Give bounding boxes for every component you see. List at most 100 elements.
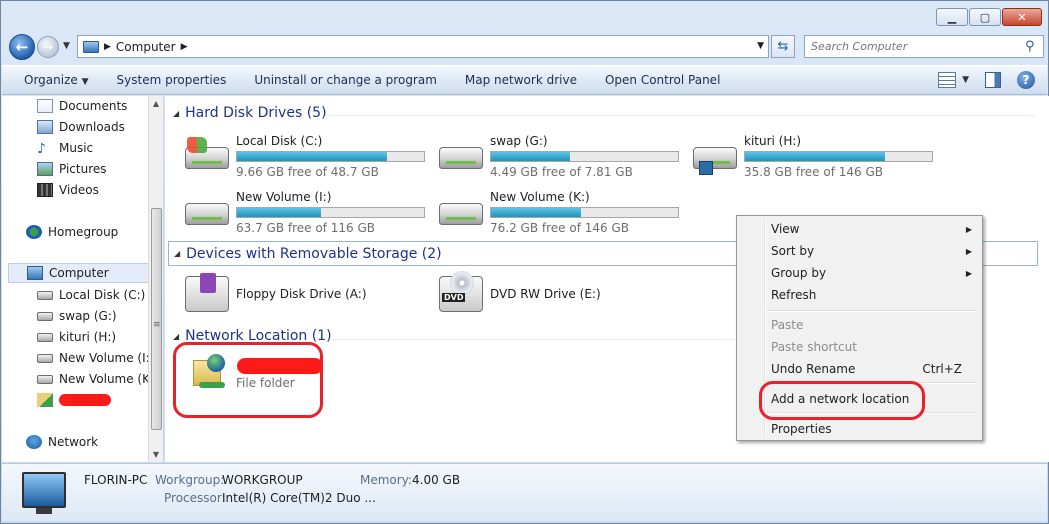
navigation-pane: Documents Downloads ♪ Music Pictures Vide… [2, 96, 164, 462]
search-input[interactable] [805, 36, 1025, 57]
music-icon: ♪ [37, 141, 46, 157]
dvd-badge: DVD [442, 293, 466, 302]
hard-drive-icon [439, 147, 483, 169]
nav-item-drive-c[interactable]: Local Disk (C:) [37, 285, 145, 305]
drive-tile-h[interactable]: kituri (H:) 35.8 GB free of 146 GB [693, 131, 943, 179]
nav-item-drive-h[interactable]: kituri (H:) [37, 327, 116, 347]
drive-usage-fill [237, 208, 322, 217]
submenu-arrow-icon: ▶ [965, 246, 972, 256]
menu-label: Group by [771, 266, 827, 280]
nav-item-drive-i[interactable]: New Volume (I:) [37, 348, 154, 368]
change-view-button[interactable]: ▼ [938, 72, 969, 88]
navigation-bar: ← → ▼ ▶ Computer ▶ ▼ ⇆ ⚲ [7, 34, 1044, 60]
homegroup-icon [26, 225, 42, 239]
drive-usage-fill [491, 208, 581, 217]
menu-item-paste: Paste [739, 314, 980, 336]
nav-label: swap (G:) [59, 309, 117, 323]
computer-monitor-icon [22, 472, 66, 508]
nav-item-network[interactable]: Network [26, 432, 98, 452]
menu-item-refresh[interactable]: Refresh [739, 284, 980, 306]
scroll-down-icon[interactable]: ▼ [149, 447, 163, 462]
highlight-circle [759, 381, 925, 420]
forward-button[interactable]: → [37, 36, 59, 58]
forward-arrow-icon: → [42, 40, 54, 54]
system-properties-button[interactable]: System properties [103, 73, 241, 87]
menu-item-sort-by[interactable]: Sort by ▶ [739, 240, 980, 262]
refresh-icon: ⇆ [777, 39, 789, 54]
nav-item-network-location[interactable] [37, 390, 111, 410]
menu-item-properties[interactable]: Properties [739, 418, 980, 440]
recent-pages-dropdown[interactable]: ▼ [63, 41, 70, 51]
group-divider [331, 339, 735, 340]
help-icon[interactable]: ? [1017, 71, 1035, 89]
breadcrumb-separator-icon[interactable]: ▶ [181, 42, 188, 52]
address-dropdown-icon[interactable]: ▼ [757, 41, 764, 51]
documents-icon [37, 99, 53, 113]
address-bar[interactable]: ▶ Computer ▶ ▼ [77, 35, 769, 58]
menu-item-group-by[interactable]: Group by ▶ [739, 262, 980, 284]
menu-label: Sort by [771, 244, 815, 258]
device-name: DVD RW Drive (E:) [490, 287, 601, 301]
nav-item-downloads[interactable]: Downloads [37, 117, 125, 137]
nav-pane-scrollbar[interactable]: ▲ ≡ ▼ [148, 96, 163, 462]
pictures-icon [37, 162, 53, 176]
caption-buttons: ▁ ▢ ✕ [936, 8, 1042, 26]
menu-label: Paste [771, 318, 804, 332]
back-button[interactable]: ← [9, 34, 35, 60]
device-tile-floppy[interactable]: Floppy Disk Drive (A:) [185, 272, 367, 316]
menu-label: View [771, 222, 800, 236]
organize-button[interactable]: Organize ▼ [2, 73, 103, 87]
menu-item-view[interactable]: View ▶ [739, 218, 980, 240]
search-icon[interactable]: ⚲ [1025, 39, 1043, 54]
submenu-arrow-icon: ▶ [965, 224, 972, 234]
nav-item-music[interactable]: ♪ Music [37, 138, 93, 158]
minimize-button[interactable]: ▁ [936, 8, 968, 26]
scroll-up-icon[interactable]: ▲ [149, 96, 163, 111]
network-icon [26, 435, 42, 449]
drive-tile-g[interactable]: swap (G:) 4.49 GB free of 7.81 GB [439, 131, 689, 179]
group-header-hard-disk-drives[interactable]: ◢ Hard Disk Drives (5) [168, 105, 327, 121]
videos-icon [37, 183, 53, 197]
drive-tile-i[interactable]: New Volume (I:) 63.7 GB free of 116 GB [185, 187, 435, 235]
refresh-button[interactable]: ⇆ [771, 35, 795, 58]
system-drive-icon [37, 290, 53, 300]
floppy-drive-icon [185, 273, 229, 312]
menu-item-undo-rename[interactable]: Undo Rename Ctrl+Z [739, 358, 980, 380]
uninstall-program-button[interactable]: Uninstall or change a program [240, 73, 451, 87]
nav-item-computer[interactable]: Computer [8, 263, 154, 283]
preview-pane-icon[interactable] [985, 72, 1001, 88]
device-tile-dvd[interactable]: DVD DVD RW Drive (E:) [439, 271, 601, 316]
computer-icon [83, 40, 99, 53]
processor-label: Processor: [164, 491, 226, 505]
breadcrumb-separator-icon[interactable]: ▶ [104, 42, 111, 52]
workgroup-label: Workgroup: [155, 473, 225, 487]
nav-item-videos[interactable]: Videos [37, 180, 99, 200]
drive-name: Local Disk (C:) [236, 134, 323, 148]
breadcrumb-computer[interactable]: Computer [116, 40, 176, 54]
menu-item-paste-shortcut: Paste shortcut [739, 336, 980, 358]
close-button[interactable]: ✕ [1002, 8, 1042, 26]
collapse-triangle-icon[interactable]: ◢ [173, 109, 179, 118]
scrollbar-thumb[interactable] [151, 208, 162, 430]
map-network-drive-button[interactable]: Map network drive [451, 73, 591, 87]
dvd-drive-icon: DVD [439, 271, 483, 312]
drive-overlay-icon [699, 161, 713, 175]
drive-usage-fill [237, 152, 387, 161]
nav-item-documents[interactable]: Documents [37, 96, 127, 116]
nav-item-drive-g[interactable]: swap (G:) [37, 306, 117, 326]
search-box: ⚲ [804, 35, 1044, 58]
monitor-stand [36, 508, 52, 514]
group-title: Hard Disk Drives (5) [185, 105, 327, 121]
collapse-triangle-icon[interactable]: ◢ [173, 332, 179, 341]
open-control-panel-button[interactable]: Open Control Panel [591, 73, 734, 87]
hard-drive-icon [37, 374, 53, 384]
maximize-button[interactable]: ▢ [969, 8, 1001, 26]
details-pane: FLORIN-PC Workgroup: WORKGROUP Memory: 4… [2, 463, 1047, 521]
nav-item-pictures[interactable]: Pictures [37, 159, 107, 179]
drive-free-space: 35.8 GB free of 146 GB [744, 165, 883, 179]
collapse-triangle-icon[interactable]: ◢ [174, 249, 180, 258]
drive-tile-c[interactable]: Local Disk (C:) 9.66 GB free of 48.7 GB [185, 131, 435, 179]
nav-item-homegroup[interactable]: Homegroup [26, 222, 118, 242]
nav-item-drive-k[interactable]: New Volume (K:) [37, 369, 159, 389]
drive-tile-k[interactable]: New Volume (K:) 76.2 GB free of 146 GB [439, 187, 689, 235]
